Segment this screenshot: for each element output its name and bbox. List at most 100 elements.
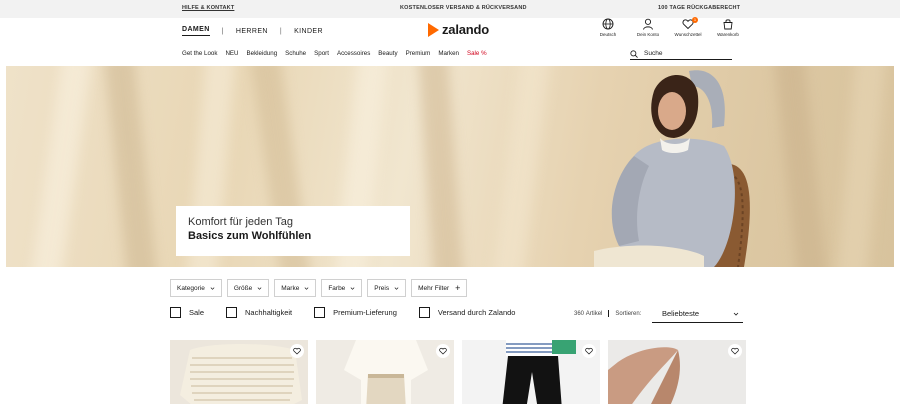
- filter-label: Größe: [233, 284, 253, 292]
- nav-sale[interactable]: Sale %: [467, 50, 487, 57]
- article-count-label: Artikel: [585, 310, 603, 317]
- check-label: Premium-Lieferung: [333, 308, 397, 317]
- chevron-down-icon: [394, 286, 399, 290]
- heart-icon: [585, 347, 593, 355]
- account-label: Dein Konto: [636, 32, 660, 37]
- language-button[interactable]: Deutsch: [590, 18, 626, 37]
- check-label: Versand durch Zalando: [437, 308, 516, 317]
- product-image: [170, 340, 308, 404]
- product-card[interactable]: [608, 340, 746, 404]
- wishlist-label: Wunschzettel: [674, 32, 702, 37]
- wishlist-toggle[interactable]: [290, 344, 304, 358]
- filter-bar: Kategorie Größe Marke Farbe Preis Mehr F…: [170, 279, 472, 297]
- quick-filters: Sale Nachhaltigkeit Premium-Lieferung Ve…: [170, 307, 537, 318]
- account-button[interactable]: Dein Konto: [630, 18, 666, 37]
- chevron-down-icon: [210, 286, 215, 290]
- plus-icon: +: [455, 282, 461, 293]
- heart-icon: [731, 347, 739, 355]
- logo-arrow-icon: [428, 22, 439, 37]
- checkbox[interactable]: [418, 307, 430, 318]
- checkbox[interactable]: [314, 307, 326, 318]
- chevron-down-icon: [350, 286, 355, 290]
- product-image: [608, 340, 746, 404]
- utility-bar: HILFE & KONTAKT KOSTENLOSER VERSAND & RÜ…: [0, 0, 900, 18]
- account-nav: Deutsch Dein Konto 1 Wunschzettel Warenk…: [590, 17, 750, 37]
- product-card[interactable]: [462, 340, 600, 404]
- fabric-fold: [418, 66, 464, 267]
- hero-headline: Komfort für jeden Tag: [188, 216, 293, 228]
- fabric-fold: [774, 66, 828, 267]
- user-icon: [643, 18, 653, 30]
- shipping-info: KOSTENLOSER VERSAND & RÜCKVERSAND: [400, 5, 527, 11]
- nav-bekleidung[interactable]: Bekleidung: [247, 50, 278, 57]
- check-nachhaltigkeit[interactable]: Nachhaltigkeit: [226, 307, 292, 318]
- nav-schuhe[interactable]: Schuhe: [285, 50, 306, 57]
- chevron-down-icon: [257, 286, 262, 290]
- filter-marke[interactable]: Marke: [274, 279, 317, 297]
- language-label: Deutsch: [599, 32, 617, 37]
- help-contact-link[interactable]: HILFE & KONTAKT: [182, 5, 234, 11]
- sort-label: Sortieren:: [615, 310, 642, 317]
- wishlist-toggle[interactable]: [728, 344, 742, 358]
- gender-tab-damen[interactable]: DAMEN: [182, 26, 210, 36]
- hero-banner[interactable]: Komfort für jeden Tag Basics zum Wohlfüh…: [6, 66, 894, 267]
- model-illustration: [594, 70, 750, 267]
- filter-label: Farbe: [328, 284, 346, 292]
- gender-tab-herren[interactable]: HERREN: [236, 28, 268, 35]
- filter-label: Mehr Filter: [418, 284, 450, 292]
- filter-groesse[interactable]: Größe: [226, 279, 270, 297]
- cart-label: Warenkorb: [717, 32, 739, 37]
- site-header: DAMEN | HERREN | KINDER zalando Deutsch …: [0, 17, 900, 66]
- nav-get-the-look[interactable]: Get the Look: [182, 50, 217, 57]
- search-input[interactable]: [644, 50, 724, 57]
- filter-label: Marke: [281, 284, 300, 292]
- chevron-down-icon: [733, 312, 739, 316]
- filter-kategorie[interactable]: Kategorie: [170, 279, 222, 297]
- heart-icon: [293, 347, 301, 355]
- nav-accessoires[interactable]: Accessoires: [337, 50, 370, 57]
- nav-beauty[interactable]: Beauty: [378, 50, 397, 57]
- sort-value: Beliebteste: [662, 309, 700, 318]
- nav-sport[interactable]: Sport: [314, 50, 329, 57]
- nav-neu[interactable]: NEU: [225, 50, 238, 57]
- product-card[interactable]: [316, 340, 454, 404]
- hero-text-card[interactable]: Komfort für jeden Tag Basics zum Wohlfüh…: [176, 206, 410, 256]
- checkbox[interactable]: [226, 307, 238, 318]
- checkbox[interactable]: [170, 307, 181, 318]
- check-label: Sale: [189, 308, 205, 317]
- filter-mehr[interactable]: Mehr Filter +: [411, 279, 468, 297]
- returns-info: 100 TAGE RÜCKGABERECHT: [658, 5, 741, 11]
- wishlist-button[interactable]: 1 Wunschzettel: [670, 17, 706, 37]
- wishlist-toggle[interactable]: [436, 344, 450, 358]
- filter-label: Kategorie: [177, 284, 205, 292]
- gender-separator: |: [221, 27, 224, 35]
- fabric-fold: [492, 66, 550, 267]
- gender-tab-kinder[interactable]: KINDER: [294, 28, 323, 35]
- zalando-logo[interactable]: zalando: [428, 22, 489, 37]
- filter-preis[interactable]: Preis: [367, 279, 407, 297]
- logo-text: zalando: [442, 22, 489, 37]
- nav-premium[interactable]: Premium: [406, 50, 431, 57]
- gender-nav: DAMEN | HERREN | KINDER: [182, 26, 323, 36]
- search-bar[interactable]: [630, 48, 732, 60]
- check-premium-lieferung[interactable]: Premium-Lieferung: [314, 307, 397, 318]
- product-image: [316, 340, 454, 404]
- wishlist-toggle[interactable]: [582, 344, 596, 358]
- fabric-fold: [30, 66, 92, 267]
- heart-icon: [439, 347, 447, 355]
- fabric-fold: [104, 66, 158, 267]
- gender-separator: |: [279, 27, 283, 35]
- wishlist-count-badge: 1: [692, 17, 698, 23]
- product-card[interactable]: [170, 340, 308, 404]
- hero-subheadline: Basics zum Wohlfühlen: [188, 230, 312, 242]
- divider: [608, 310, 610, 317]
- sort-dropdown[interactable]: Beliebteste: [652, 305, 743, 323]
- check-sale[interactable]: Sale: [170, 307, 204, 318]
- product-grid: [170, 340, 754, 404]
- nav-marken[interactable]: Marken: [438, 50, 459, 57]
- chevron-down-icon: [304, 286, 309, 290]
- cart-button[interactable]: Warenkorb: [710, 18, 746, 37]
- filter-farbe[interactable]: Farbe: [321, 279, 363, 297]
- filter-label: Preis: [374, 284, 390, 292]
- check-versand-zalando[interactable]: Versand durch Zalando: [418, 307, 516, 318]
